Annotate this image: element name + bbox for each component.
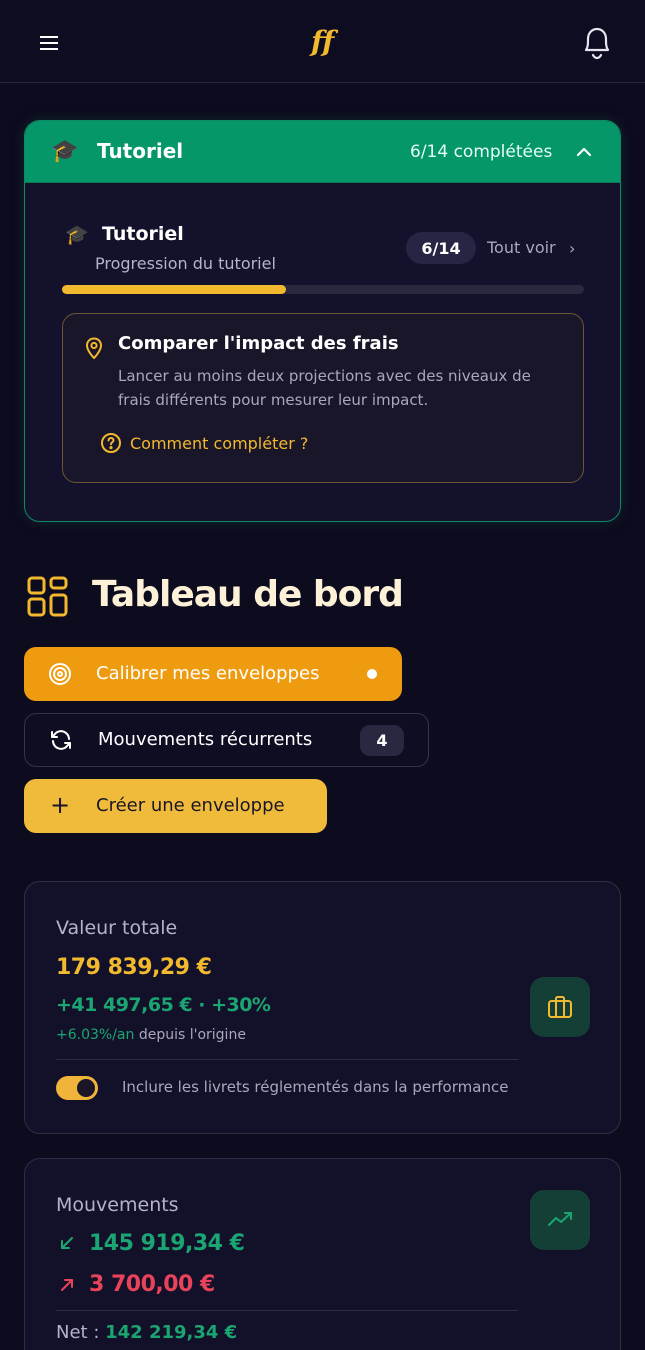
net-label: Net :	[56, 1322, 106, 1343]
outflow-amount: 3 700,00 €	[89, 1272, 215, 1297]
toggle-knob	[77, 1079, 95, 1097]
task-title: Comparer l'impact des frais	[118, 333, 399, 354]
briefcase-icon	[548, 996, 572, 1018]
chevron-right-icon[interactable]: ›	[569, 239, 575, 258]
tutorial-title: Tutoriel	[102, 223, 184, 245]
calibrate-envelopes-label: Calibrer mes enveloppes	[96, 663, 320, 684]
tutorial-progress-fill	[62, 285, 287, 294]
arrow-down-left-icon	[61, 1237, 73, 1249]
total-value-amount: 179 839,29 €	[56, 955, 212, 980]
annual-return-suffix: depuis l'origine	[134, 1027, 246, 1043]
current-task-card[interactable]: Comparer l'impact des frais Lancer au mo…	[62, 313, 584, 483]
hamburger-icon[interactable]	[40, 33, 62, 51]
calibrate-envelopes-button[interactable]: Calibrer mes enveloppes	[24, 647, 402, 701]
tutorial-panel: 🎓 Tutoriel 6/14 complétées 🎓 Tutoriel Pr…	[24, 120, 621, 522]
create-envelope-label: Créer une enveloppe	[96, 795, 285, 816]
arrow-up-right-icon	[61, 1279, 73, 1291]
total-value-label: Valeur totale	[56, 917, 178, 939]
svg-text:ff: ff	[309, 25, 339, 58]
net-value: 142 219,34 €	[105, 1322, 238, 1343]
tutorial-description: Progression du tutoriel	[95, 254, 276, 273]
graduation-cap-icon: 🎓	[51, 139, 79, 164]
tutorial-progress-badge: 6/14	[406, 232, 476, 264]
app-logo[interactable]: ff	[309, 22, 345, 58]
plus-icon: +	[50, 791, 71, 819]
recurring-count-badge: 4	[360, 725, 404, 756]
total-gain: +41 497,65 € · +30%	[56, 994, 271, 1016]
annual-return-value: +6.03%/an	[56, 1027, 135, 1043]
trending-up-icon	[548, 1212, 572, 1226]
recurring-movements-button[interactable]: Mouvements récurrents 4	[24, 713, 429, 767]
top-bar: ff	[0, 0, 645, 83]
total-value-card: Valeur totale 179 839,29 € +41 497,65 € …	[24, 881, 621, 1134]
tutorial-header-title: Tutoriel	[97, 139, 184, 163]
dashboard-grid-icon	[27, 576, 68, 617]
page-title: Tableau de bord	[92, 574, 404, 615]
help-circle-icon[interactable]	[100, 432, 122, 454]
task-description: Lancer au moins deux projections avec de…	[118, 367, 531, 409]
divider	[56, 1310, 518, 1311]
see-all-link[interactable]: Tout voir	[487, 238, 556, 257]
annual-return: +6.03%/an depuis l'origine	[56, 1027, 246, 1043]
create-envelope-button[interactable]: + Créer une enveloppe	[24, 779, 327, 833]
notification-dot	[367, 669, 377, 679]
movements-label: Mouvements	[56, 1194, 179, 1216]
target-icon	[49, 663, 71, 685]
recurring-movements-label: Mouvements récurrents	[98, 729, 313, 750]
how-to-complete-link[interactable]: Comment compléter ?	[130, 434, 308, 453]
refresh-icon	[51, 730, 71, 750]
divider	[56, 1059, 518, 1060]
graduation-cap-icon: 🎓	[65, 224, 89, 246]
bell-icon[interactable]	[578, 22, 616, 62]
tutorial-header[interactable]: 🎓 Tutoriel 6/14 complétées	[25, 121, 620, 183]
inflow-amount: 145 919,34 €	[89, 1231, 245, 1256]
chevron-up-icon[interactable]	[573, 141, 595, 163]
include-livrets-label: Inclure les livrets réglementés dans la …	[122, 1078, 509, 1096]
trend-badge	[530, 1190, 590, 1250]
tutorial-progress-bar	[62, 285, 584, 294]
tutorial-completion-count: 6/14 complétées	[410, 142, 553, 162]
map-pin-icon	[86, 337, 102, 359]
net-movements: Net : 142 219,34 €	[56, 1322, 237, 1343]
briefcase-badge	[530, 977, 590, 1037]
include-livrets-toggle[interactable]	[56, 1076, 98, 1100]
movements-card: Mouvements 145 919,34 € 3 700,00 € Net :…	[24, 1158, 621, 1350]
